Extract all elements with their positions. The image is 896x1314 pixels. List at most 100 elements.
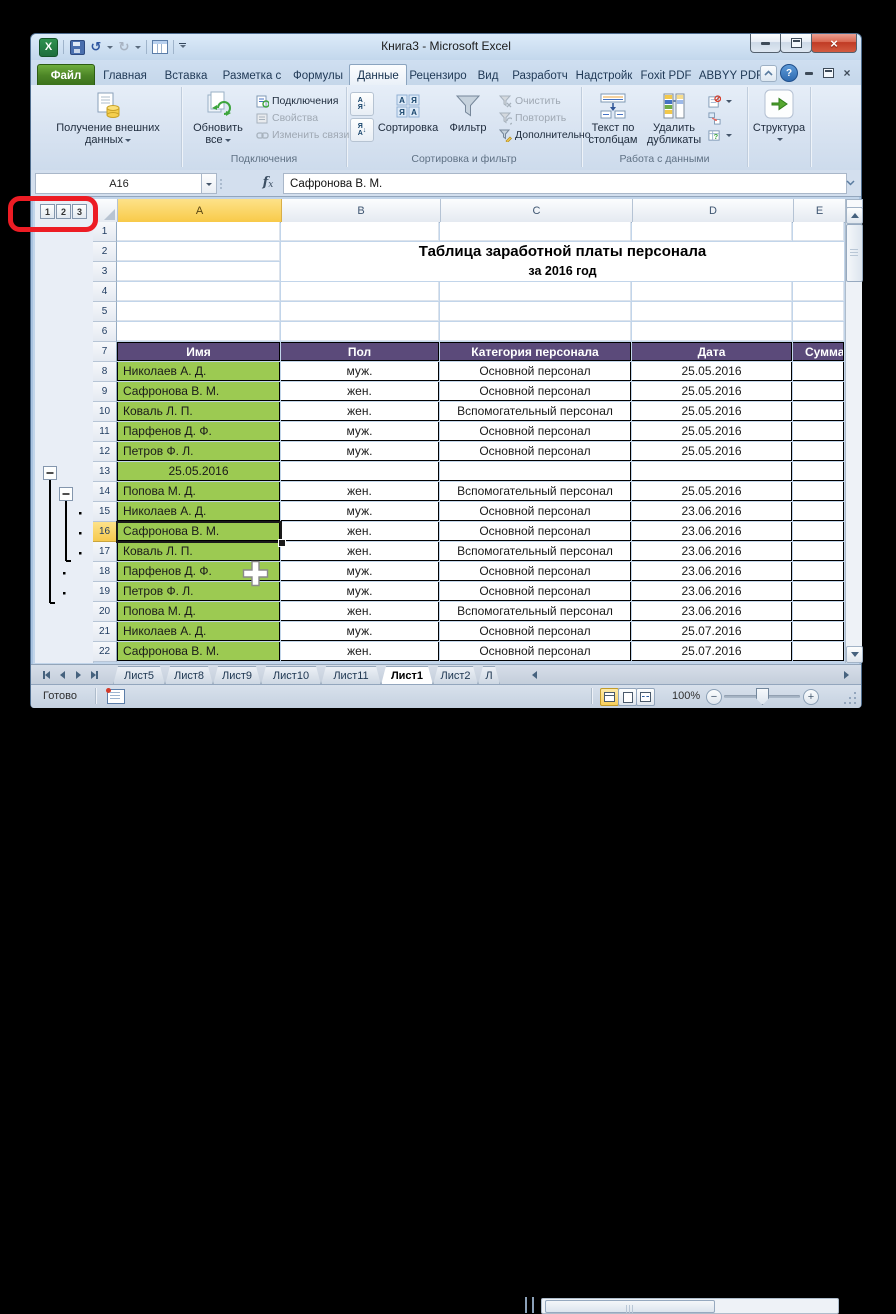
grid-cell[interactable] [793,322,844,341]
row-header-6[interactable]: 6 [93,322,117,342]
zoom-out-button[interactable]: − [706,689,722,705]
reapply-filter-button[interactable]: Повторить [499,110,566,126]
table-row-12-date[interactable]: 25.05.2016 [632,442,792,461]
table-row-11-name[interactable]: Парфенов Д. Ф. [117,422,280,441]
grid-cell[interactable] [632,282,792,301]
table-row-10-gender[interactable]: жен. [281,402,439,421]
table-row-16-gender[interactable]: жен. [281,522,439,541]
grid-cell[interactable] [117,262,280,281]
table-row-19-gender[interactable]: муж. [281,582,439,601]
row-header-22[interactable]: 22 [93,642,117,662]
table-row-14-date[interactable]: 25.05.2016 [632,482,792,501]
ribbon-tab-Вставка[interactable]: Вставка [155,64,217,87]
table-row-14-gender[interactable]: жен. [281,482,439,501]
ribbon-tab-Foxit PDF[interactable]: Foxit PDF [635,64,697,87]
grid-cell[interactable] [117,222,280,241]
grid-cell[interactable] [632,322,792,341]
ribbon-tab-ABBYY PDF[interactable]: ABBYY PDF [697,64,765,87]
name-box[interactable]: А16 [35,173,202,194]
table-header-Пол[interactable]: Пол [281,342,439,361]
table-row-17-sum[interactable] [793,542,844,561]
vertical-scrollbar[interactable] [845,199,862,663]
table-row-19-sum[interactable] [793,582,844,601]
first-sheet-button[interactable] [39,667,54,682]
table-row-22-category[interactable]: Основной персонал [440,642,631,661]
table-row-14-sum[interactable] [793,482,844,501]
sheet-tab-Лист2[interactable]: Лист2 [433,666,478,685]
workbook-restore-button[interactable] [820,66,836,80]
table-row-13-gender[interactable] [281,462,439,481]
table-row-21-sum[interactable] [793,622,844,641]
row-header-7[interactable]: 7 [93,342,117,362]
edit-links-button[interactable]: Изменить связи [256,127,349,143]
advanced-filter-button[interactable]: Дополнительно [499,127,591,143]
sort-button[interactable]: А Я Я А Сортировка [375,89,441,134]
table-row-17-date[interactable]: 23.06.2016 [632,542,792,561]
table-row-18-category[interactable]: Основной персонал [440,562,631,581]
collapse-group-1-button[interactable] [44,467,57,480]
text-to-columns-button[interactable]: Текст по столбцам [584,89,642,146]
ribbon-tab-Вид[interactable]: Вид [469,64,507,87]
sheet-tab-Лист9[interactable]: Лист9 [213,666,261,685]
table-row-22-sum[interactable] [793,642,844,661]
column-header-B[interactable]: B [282,199,441,222]
table-row-22-name[interactable]: Сафронова В. М. [117,642,280,661]
sheet-tab-Л[interactable]: Л [478,666,500,685]
macro-record-button[interactable] [107,689,125,704]
table-row-8-date[interactable]: 25.05.2016 [632,362,792,381]
sort-ascending-button[interactable]: АЯ↓ [350,92,374,116]
last-sheet-button[interactable] [87,667,102,682]
table-row-20-date[interactable]: 23.06.2016 [632,602,792,621]
sheet-tab-Лист1[interactable]: Лист1 [381,666,433,685]
row-header-17[interactable]: 17 [93,542,117,562]
table-header-Категория персонала[interactable]: Категория персонала [440,342,631,361]
grid-cell[interactable] [117,302,280,321]
structure-button[interactable]: Структура [754,89,804,142]
column-header-D[interactable]: D [633,199,794,222]
previous-sheet-button[interactable] [55,667,70,682]
table-row-21-date[interactable]: 25.07.2016 [632,622,792,641]
table-row-21-name[interactable]: Николаев А. Д. [117,622,280,641]
table-row-18-date[interactable]: 23.06.2016 [632,562,792,581]
remove-duplicates-button[interactable]: Удалить дубликаты [644,89,704,146]
ribbon-tab-Разметка с[interactable]: Разметка с [217,64,287,87]
table-row-20-category[interactable]: Вспомогательный персонал [440,602,631,621]
fill-handle[interactable] [278,539,286,547]
sheet-tab-Лист8[interactable]: Лист8 [165,666,213,685]
formula-input[interactable]: Сафронова В. М. [283,173,847,194]
table-row-15-name[interactable]: Николаев А. Д. [117,502,280,521]
properties-button[interactable]: Свойства [256,110,318,126]
insert-function-button[interactable]: fx [255,173,281,192]
grid-cell[interactable] [117,282,280,301]
filter-button[interactable]: Фильтр [443,89,493,134]
ribbon-tab-Формулы[interactable]: Формулы [287,64,349,87]
sort-descending-button[interactable]: ЯА↓ [350,118,374,142]
grid-cell[interactable] [440,222,631,241]
row-header-9[interactable]: 9 [93,382,117,402]
table-row-17-name[interactable]: Коваль Л. П. [117,542,280,561]
what-if-analysis-button[interactable]: ? [708,127,732,143]
ribbon-tab-Файл[interactable]: Файл [37,64,95,87]
collapse-group-2-button[interactable] [60,488,73,501]
row-header-13[interactable]: 13 [93,462,117,482]
table-row-21-category[interactable]: Основной персонал [440,622,631,641]
table-row-18-sum[interactable] [793,562,844,581]
table-row-15-date[interactable]: 23.06.2016 [632,502,792,521]
table-row-9-category[interactable]: Основной персонал [440,382,631,401]
horizontal-scrollbar-thumb[interactable] [545,1300,715,1313]
name-box-dropdown[interactable] [201,173,217,194]
table-row-13-category[interactable] [440,462,631,481]
formula-bar-splitter[interactable] [219,179,223,189]
table-row-12-category[interactable]: Основной персонал [440,442,631,461]
table-row-12-sum[interactable] [793,442,844,461]
zoom-slider-thumb[interactable] [756,688,769,705]
table-row-16-category[interactable]: Основной персонал [440,522,631,541]
table-header-Дата[interactable]: Дата [632,342,792,361]
table-row-17-category[interactable]: Вспомогательный персонал [440,542,631,561]
table-row-15-gender[interactable]: муж. [281,502,439,521]
tab-split-handle[interactable] [525,1297,534,1313]
table-row-14-category[interactable]: Вспомогательный персонал [440,482,631,501]
grid-cell[interactable] [281,322,439,341]
sheet-tab-Лист5[interactable]: Лист5 [113,666,165,685]
table-row-11-gender[interactable]: муж. [281,422,439,441]
